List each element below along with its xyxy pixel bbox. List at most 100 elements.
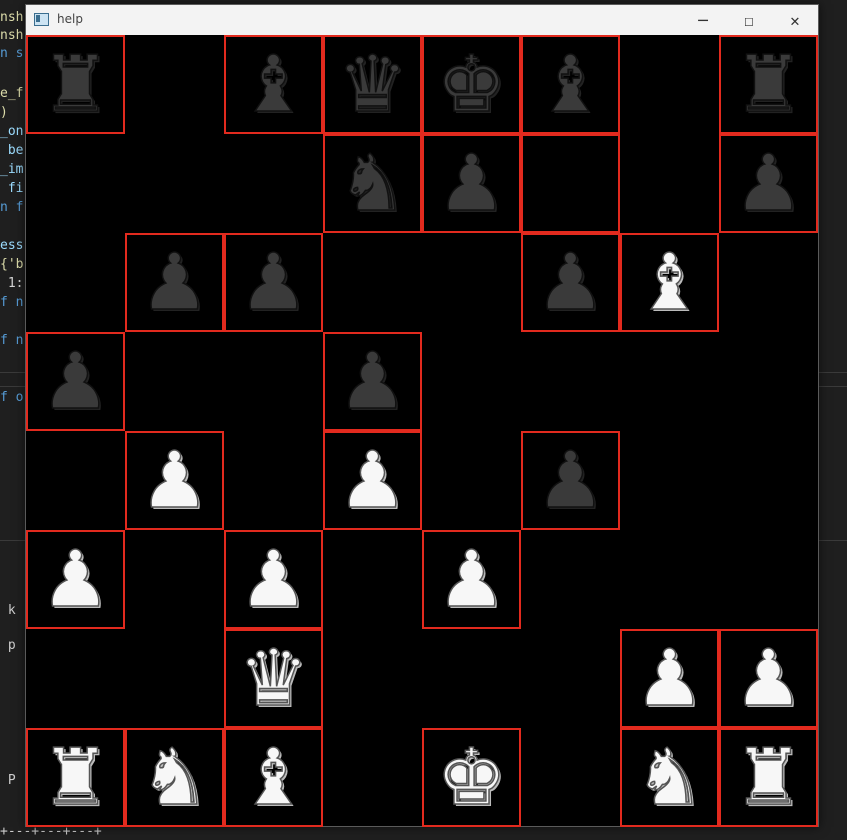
- board-square[interactable]: ♟: [422, 134, 521, 233]
- close-button[interactable]: ✕: [772, 5, 818, 35]
- board-square[interactable]: ♟: [224, 233, 323, 332]
- black-pawn-icon[interactable]: ♟: [40, 342, 111, 422]
- black-queen-icon[interactable]: ♛: [337, 45, 408, 125]
- board-square[interactable]: [323, 530, 422, 629]
- board-square[interactable]: ♜: [719, 728, 818, 827]
- black-bishop-icon[interactable]: ♝: [238, 45, 309, 125]
- board-square[interactable]: [323, 728, 422, 827]
- board-square[interactable]: [620, 530, 719, 629]
- white-pawn-icon[interactable]: ♟: [337, 441, 408, 521]
- white-pawn-icon[interactable]: ♟: [436, 540, 507, 620]
- board-square[interactable]: [620, 431, 719, 530]
- black-rook-icon[interactable]: ♜: [40, 45, 111, 125]
- white-pawn-icon[interactable]: ♟: [139, 441, 210, 521]
- board-square[interactable]: [125, 629, 224, 728]
- board-square[interactable]: [224, 431, 323, 530]
- board-square[interactable]: [224, 134, 323, 233]
- board-square[interactable]: ♟: [521, 431, 620, 530]
- board-square[interactable]: [125, 332, 224, 431]
- board-square[interactable]: [620, 35, 719, 134]
- board-square[interactable]: [719, 332, 818, 431]
- board-square[interactable]: [125, 530, 224, 629]
- board-square[interactable]: ♟: [323, 431, 422, 530]
- board-square[interactable]: ♟: [521, 233, 620, 332]
- board-square[interactable]: [719, 431, 818, 530]
- board-square[interactable]: [125, 134, 224, 233]
- black-pawn-icon[interactable]: ♟: [436, 144, 507, 224]
- white-bishop-icon[interactable]: ♝: [634, 243, 705, 323]
- board-square[interactable]: ♟: [125, 431, 224, 530]
- board-square[interactable]: [719, 530, 818, 629]
- white-knight-icon[interactable]: ♞: [139, 738, 210, 818]
- white-pawn-icon[interactable]: ♟: [733, 639, 804, 719]
- white-bishop-icon[interactable]: ♝: [238, 738, 309, 818]
- white-knight-icon[interactable]: ♞: [634, 738, 705, 818]
- board-square[interactable]: [422, 431, 521, 530]
- black-pawn-icon[interactable]: ♟: [337, 342, 408, 422]
- minimize-button[interactable]: ─: [680, 5, 726, 35]
- maximize-button[interactable]: ☐: [726, 5, 772, 35]
- black-pawn-icon[interactable]: ♟: [535, 243, 606, 323]
- board-square[interactable]: ♟: [719, 134, 818, 233]
- board-square[interactable]: ♛: [224, 629, 323, 728]
- board-square[interactable]: [26, 233, 125, 332]
- board-square[interactable]: ♛: [323, 35, 422, 134]
- board-square[interactable]: ♟: [224, 530, 323, 629]
- board-square[interactable]: [719, 233, 818, 332]
- board-square[interactable]: [323, 233, 422, 332]
- board-square[interactable]: ♟: [125, 233, 224, 332]
- board-square[interactable]: ♜: [26, 35, 125, 134]
- black-pawn-icon[interactable]: ♟: [535, 441, 606, 521]
- board-square[interactable]: [521, 134, 620, 233]
- board-square[interactable]: [26, 431, 125, 530]
- board-square[interactable]: [26, 629, 125, 728]
- board-square[interactable]: [224, 332, 323, 431]
- board-square[interactable]: [521, 530, 620, 629]
- board-square[interactable]: ♟: [719, 629, 818, 728]
- black-king-icon[interactable]: ♚: [436, 45, 507, 125]
- board-square[interactable]: ♚: [422, 35, 521, 134]
- board-square[interactable]: ♟: [620, 629, 719, 728]
- board-square[interactable]: [620, 134, 719, 233]
- white-rook-icon[interactable]: ♜: [733, 738, 804, 818]
- board-square[interactable]: ♜: [26, 728, 125, 827]
- title-bar[interactable]: help ─ ☐ ✕: [26, 5, 818, 36]
- board-square[interactable]: [620, 332, 719, 431]
- black-pawn-icon[interactable]: ♟: [139, 243, 210, 323]
- black-knight-icon[interactable]: ♞: [337, 144, 408, 224]
- board-square[interactable]: [323, 629, 422, 728]
- board-square[interactable]: [125, 35, 224, 134]
- board-square[interactable]: [521, 332, 620, 431]
- board-square[interactable]: [26, 134, 125, 233]
- board-square[interactable]: ♟: [422, 530, 521, 629]
- black-bishop-icon[interactable]: ♝: [535, 45, 606, 125]
- board-square[interactable]: ♟: [26, 332, 125, 431]
- board-square[interactable]: ♝: [521, 35, 620, 134]
- white-pawn-icon[interactable]: ♟: [634, 639, 705, 719]
- board-square[interactable]: ♟: [323, 332, 422, 431]
- board-square[interactable]: ♝: [224, 35, 323, 134]
- board-square[interactable]: ♜: [719, 35, 818, 134]
- white-rook-icon[interactable]: ♜: [40, 738, 111, 818]
- board-square[interactable]: ♞: [323, 134, 422, 233]
- board-square[interactable]: ♟: [26, 530, 125, 629]
- board-square[interactable]: [521, 728, 620, 827]
- board-square[interactable]: ♞: [620, 728, 719, 827]
- black-rook-icon[interactable]: ♜: [733, 45, 804, 125]
- board-square[interactable]: ♚: [422, 728, 521, 827]
- white-pawn-icon[interactable]: ♟: [238, 540, 309, 620]
- black-pawn-icon[interactable]: ♟: [733, 144, 804, 224]
- black-pawn-icon[interactable]: ♟: [238, 243, 309, 323]
- white-king-icon[interactable]: ♚: [436, 738, 507, 818]
- board-square[interactable]: ♞: [125, 728, 224, 827]
- board-square[interactable]: [422, 233, 521, 332]
- board-square[interactable]: [422, 629, 521, 728]
- background-code-line: _on: [0, 124, 24, 139]
- board-square[interactable]: [422, 332, 521, 431]
- white-pawn-icon[interactable]: ♟: [40, 540, 111, 620]
- board-square[interactable]: ♝: [224, 728, 323, 827]
- background-code-line: f n: [0, 295, 24, 310]
- white-queen-icon[interactable]: ♛: [238, 639, 309, 719]
- board-square[interactable]: ♝: [620, 233, 719, 332]
- board-square[interactable]: [521, 629, 620, 728]
